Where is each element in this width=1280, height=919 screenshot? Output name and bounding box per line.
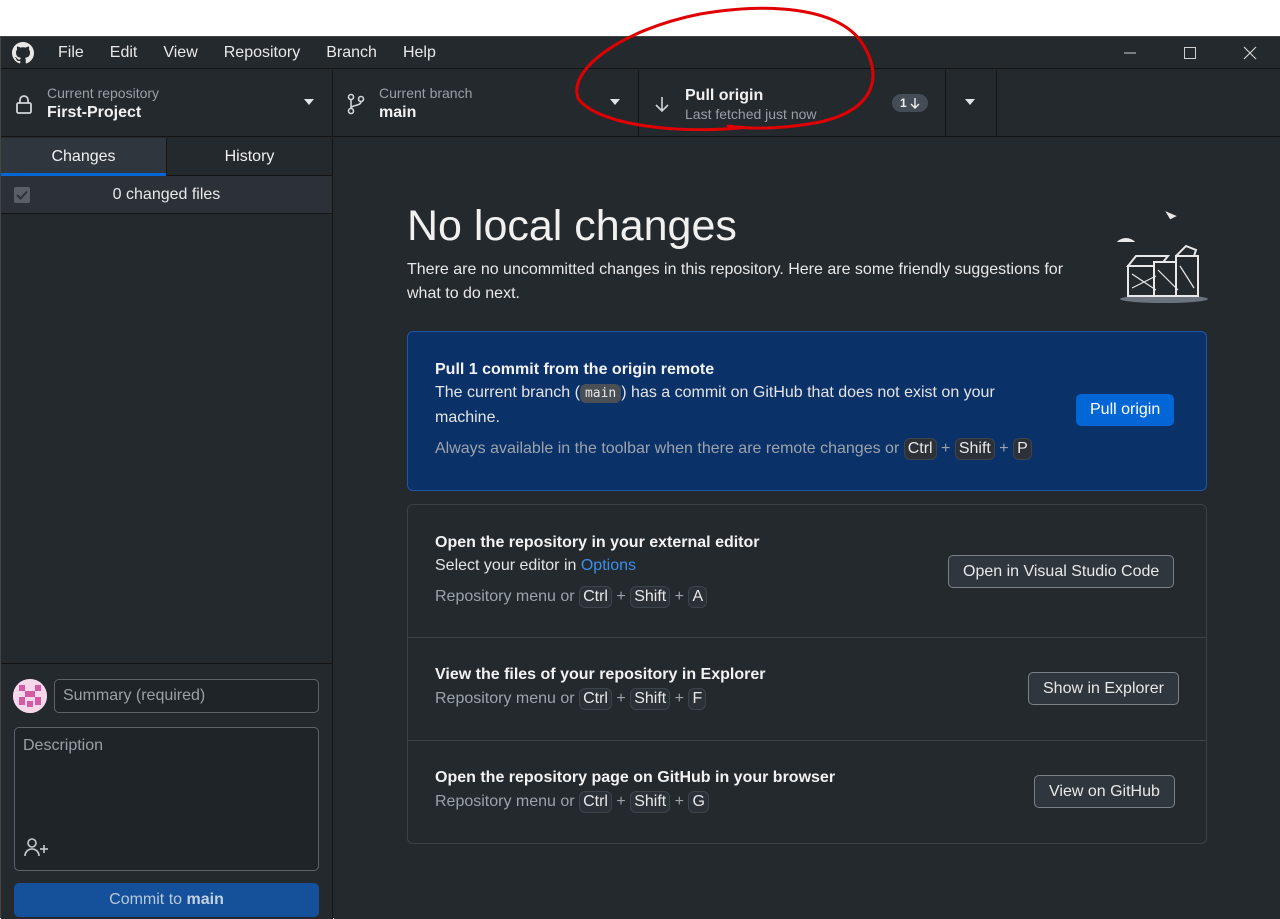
intro-text: There are no uncommitted changes in this…: [407, 261, 1064, 302]
github-suggestion: Open the repository page on GitHub in yo…: [408, 741, 1206, 843]
select-all-checkbox[interactable]: [14, 187, 30, 203]
commits-behind-badge: 1: [892, 94, 928, 112]
commit-prefix: Commit to: [109, 891, 183, 908]
add-coauthor-icon[interactable]: [23, 837, 49, 862]
summary-input[interactable]: Summary (required): [54, 679, 319, 713]
show-in-explorer-button[interactable]: Show in Explorer: [1028, 672, 1179, 705]
repo-caption: Current repository: [47, 84, 160, 101]
explorer-suggestion: View the files of your repository in Exp…: [408, 638, 1206, 741]
arrow-down-icon: [910, 98, 920, 109]
open-in-vscode-button[interactable]: Open in Visual Studio Code: [948, 555, 1175, 588]
sidebar-tabs: Changes History: [1, 138, 332, 176]
explorer-hint: Repository menu or Ctrl + Shift + F: [435, 688, 765, 710]
app-window: File Edit View Repository Branch Help Cu…: [0, 36, 1280, 919]
editor-text: Select your editor in Options: [435, 557, 636, 574]
options-link[interactable]: Options: [581, 557, 636, 574]
menu-file[interactable]: File: [45, 37, 97, 69]
minimize-icon[interactable]: [1100, 37, 1160, 69]
kbd-shift: Shift: [954, 438, 995, 460]
pull-suggestion-card: Pull 1 commit from the origin remote The…: [407, 331, 1207, 491]
pull-card-text: The current branch (main) has a commit o…: [435, 384, 995, 426]
editor-suggestion: Open the repository in your external edi…: [408, 505, 1206, 638]
current-branch-button[interactable]: Current branch main: [333, 70, 639, 137]
github-title: Open the repository page on GitHub in yo…: [435, 769, 836, 786]
kbd-f: F: [688, 688, 707, 710]
tab-changes[interactable]: Changes: [1, 138, 166, 176]
github-logo-icon: [1, 37, 45, 69]
pull-origin-button[interactable]: Pull origin Last fetched just now 1: [639, 70, 997, 137]
pull-origin-card-button[interactable]: Pull origin: [1076, 394, 1175, 426]
editor-hint: Repository menu or Ctrl + Shift + A: [435, 586, 760, 608]
pull-card-title: Pull 1 commit from the origin remote: [435, 361, 715, 378]
kbd-ctrl: Ctrl: [579, 688, 612, 710]
repo-name: First-Project: [47, 103, 142, 121]
kbd-shift: Shift: [630, 688, 671, 710]
commit-panel: Summary (required) Description Commit to…: [1, 663, 332, 919]
avatar: [13, 679, 47, 713]
title-bar: File Edit View Repository Branch Help: [1, 37, 1280, 69]
current-repository-button[interactable]: Current repository First-Project: [1, 70, 333, 137]
kbd-shift: Shift: [630, 586, 671, 608]
branch-name: main: [379, 103, 417, 121]
page-title: No local changes: [407, 202, 737, 250]
changed-files-count: 0 changed files: [112, 185, 221, 203]
changed-files-header: 0 changed files: [1, 176, 332, 214]
main-panel: No local changes There are no uncommitte…: [334, 138, 1280, 919]
menu-help[interactable]: Help: [390, 37, 449, 69]
github-hint: Repository menu or Ctrl + Shift + G: [435, 791, 835, 813]
maximize-icon[interactable]: [1160, 37, 1220, 69]
suggestions-card: Open the repository in your external edi…: [407, 504, 1207, 844]
pull-subtitle: Last fetched just now: [685, 105, 817, 122]
menu-repository[interactable]: Repository: [211, 37, 313, 69]
kbd-ctrl: Ctrl: [903, 438, 937, 460]
description-input[interactable]: Description: [14, 727, 319, 871]
close-icon[interactable]: [1220, 37, 1280, 69]
branch-code: main: [579, 384, 622, 403]
chevron-down-icon: [965, 99, 975, 105]
menu-bar: File Edit View Repository Branch Help: [45, 37, 449, 69]
view-on-github-button[interactable]: View on GitHub: [1034, 775, 1175, 808]
kbd-ctrl: Ctrl: [579, 791, 612, 813]
window-controls: [1100, 37, 1280, 69]
menu-view[interactable]: View: [150, 37, 210, 69]
badge-count: 1: [900, 96, 907, 110]
kbd-p: P: [1013, 438, 1032, 460]
check-icon: [16, 190, 28, 200]
pull-options-dropdown[interactable]: [945, 70, 997, 137]
description-placeholder: Description: [23, 737, 104, 754]
sidebar: Changes History 0 changed files Summary …: [1, 138, 333, 919]
editor-title: Open the repository in your external edi…: [435, 534, 760, 551]
pull-title: Pull origin: [685, 86, 764, 104]
tab-history[interactable]: History: [166, 138, 332, 175]
pull-card-hint: Always available in the toolbar when the…: [435, 438, 1055, 460]
kbd-a: A: [688, 586, 708, 608]
kbd-g: G: [688, 791, 709, 813]
toolbar: Current repository First-Project Current…: [1, 70, 1280, 137]
commit-button[interactable]: Commit to main: [14, 883, 319, 917]
chevron-down-icon: [304, 99, 314, 105]
menu-edit[interactable]: Edit: [97, 37, 151, 69]
kbd-shift: Shift: [630, 791, 671, 813]
branch-icon: [333, 93, 379, 115]
commit-branch: main: [186, 891, 224, 908]
arrow-down-icon: [639, 95, 685, 113]
explorer-title: View the files of your repository in Exp…: [435, 666, 766, 683]
menu-branch[interactable]: Branch: [313, 37, 390, 69]
chevron-down-icon: [610, 99, 620, 105]
empty-boxes-illustration: [1112, 204, 1210, 306]
branch-caption: Current branch: [379, 84, 473, 101]
kbd-ctrl: Ctrl: [579, 586, 612, 608]
lock-icon: [1, 94, 47, 114]
